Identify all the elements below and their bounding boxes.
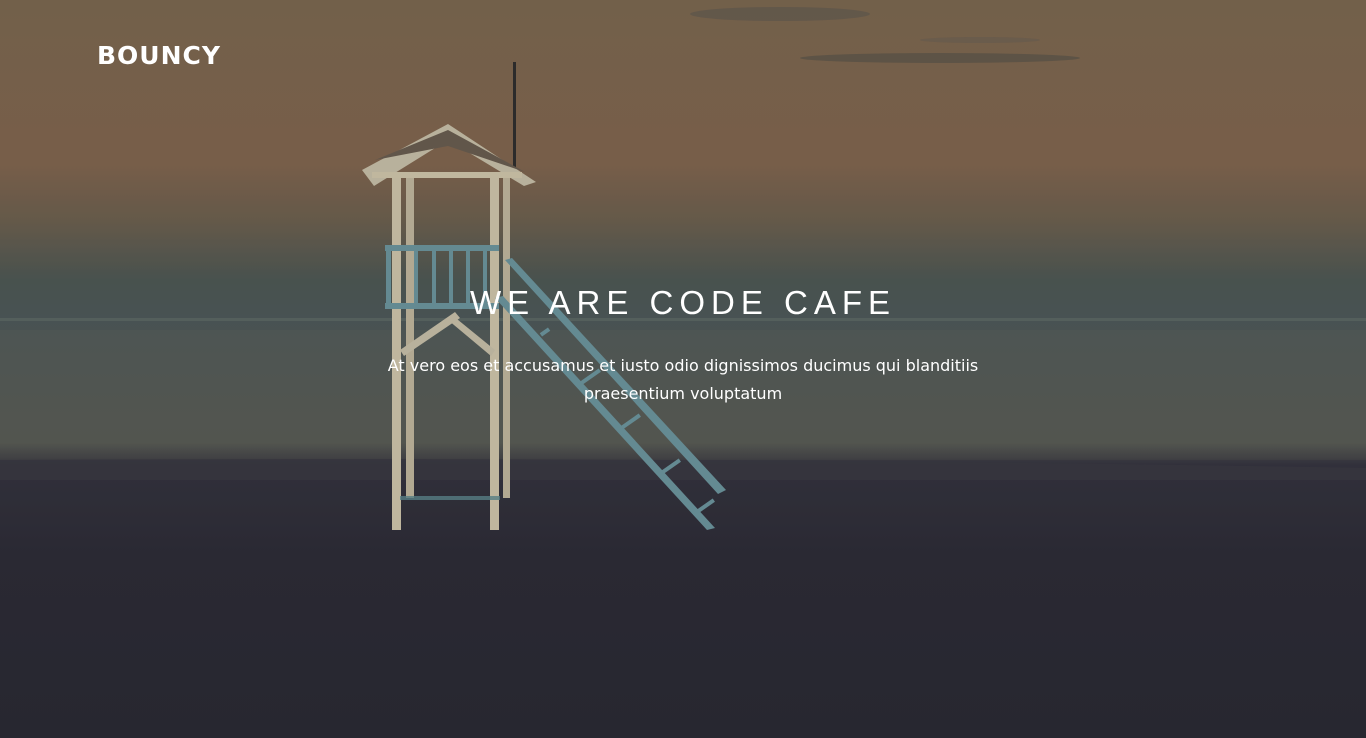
hero-subtitle: At vero eos et accusamus et iusto odio d…: [387, 356, 979, 403]
site-logo[interactable]: BOUNCY: [97, 38, 221, 74]
hero-section: BOUNCY WE ARE CODE CAFE At vero eos et a…: [0, 0, 1366, 738]
hero-headline: WE ARE CODE CAFE: [469, 284, 897, 321]
